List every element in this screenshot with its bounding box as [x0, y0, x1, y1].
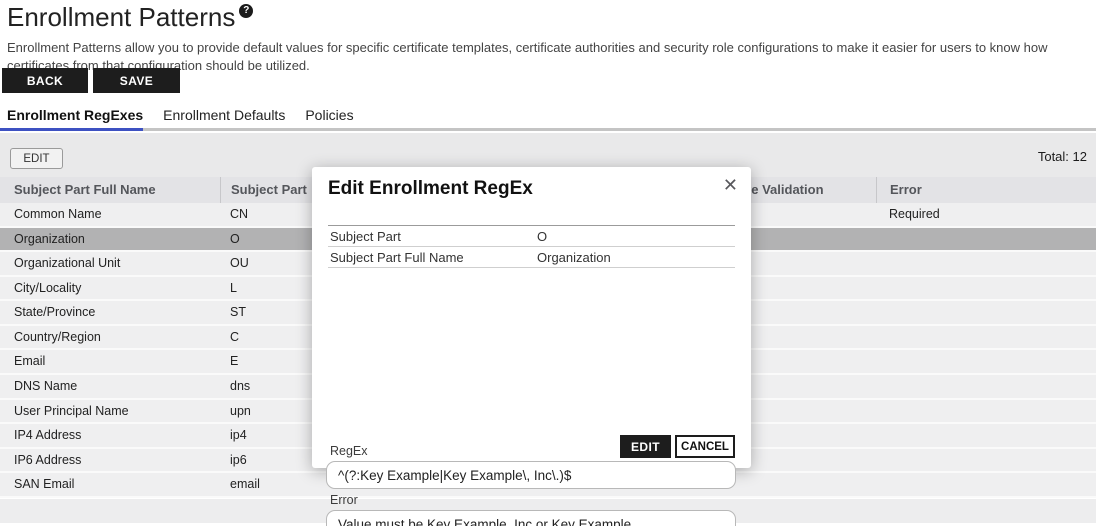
- cell-subject-part-full-name: Organization: [0, 228, 220, 251]
- active-tab-underline: [0, 128, 143, 131]
- close-icon[interactable]: ✕: [723, 175, 738, 196]
- cell-subject-part-full-name: Email: [0, 350, 220, 373]
- page: Enrollment Patterns? Enrollment Patterns…: [0, 0, 1096, 526]
- cell-error: [876, 449, 1096, 472]
- tab-bar: Enrollment RegExes Enrollment Defaults Pol…: [7, 107, 354, 129]
- cell-subject-part-full-name: IP6 Address: [0, 449, 220, 472]
- cell-error: [876, 277, 1096, 300]
- tab[interactable]: Enrollment Defaults: [163, 107, 285, 129]
- cell-error: [876, 326, 1096, 349]
- modal-title: Edit Enrollment RegEx: [328, 178, 533, 200]
- cell-subject-part-full-name: IP4 Address: [0, 424, 220, 447]
- cell-subject-part-full-name: State/Province: [0, 301, 220, 324]
- cell-subject-part-full-name: DNS Name: [0, 375, 220, 398]
- tab-label: Policies: [305, 107, 353, 123]
- cell-subject-part-full-name: SAN Email: [0, 473, 220, 496]
- modal-field-row: Subject Part O: [328, 226, 735, 247]
- tab[interactable]: Enrollment RegExes: [7, 107, 143, 129]
- modal-field-value: O: [537, 229, 547, 244]
- cell-error: [876, 424, 1096, 447]
- back-button[interactable]: BACK: [2, 68, 88, 93]
- cell-error: [876, 473, 1096, 496]
- cell-error: [876, 375, 1096, 398]
- tab-label: Enrollment Defaults: [163, 107, 285, 123]
- modal-field-row: Subject Part Full Name Organization: [328, 247, 735, 268]
- cell-subject-part-full-name: City/Locality: [0, 277, 220, 300]
- column-header: Subject Part Full Name: [0, 177, 220, 203]
- error-label: Error: [330, 493, 358, 507]
- modal-field-list: Subject Part O Subject Part Full Name Or…: [328, 225, 735, 268]
- cell-subject-part-full-name: Common Name: [0, 203, 220, 226]
- cell-error: [876, 350, 1096, 373]
- modal-field-label: Subject Part: [328, 229, 537, 244]
- column-header: Error: [876, 177, 1096, 203]
- cell-subject-part-full-name: Country/Region: [0, 326, 220, 349]
- modal-edit-button[interactable]: EDIT: [620, 435, 671, 458]
- cell-error: [876, 301, 1096, 324]
- tab-label: Enrollment RegExes: [7, 107, 143, 123]
- cell-error: [876, 228, 1096, 251]
- modal-field-value: Organization: [537, 250, 611, 265]
- page-title: Enrollment Patterns?: [7, 2, 253, 33]
- tab-rule: [0, 128, 1096, 131]
- save-button[interactable]: SAVE: [93, 68, 180, 93]
- cell-error: Required: [876, 203, 1096, 226]
- modal-cancel-button[interactable]: CANCEL: [675, 435, 735, 458]
- cell-error: [876, 400, 1096, 423]
- edit-regex-modal: Edit Enrollment RegEx ✕ Subject Part O S…: [312, 167, 751, 468]
- cell-subject-part-full-name: Organizational Unit: [0, 252, 220, 275]
- regex-input[interactable]: [326, 461, 736, 489]
- cell-error: [876, 252, 1096, 275]
- total-count: Total: 12: [1038, 149, 1087, 164]
- page-title-text: Enrollment Patterns: [7, 2, 235, 32]
- regex-label: RegEx: [330, 444, 368, 458]
- tab[interactable]: Policies: [305, 107, 353, 129]
- edit-button[interactable]: EDIT: [10, 148, 63, 169]
- modal-field-label: Subject Part Full Name: [328, 250, 537, 265]
- help-icon[interactable]: ?: [239, 4, 253, 18]
- error-input[interactable]: [326, 510, 736, 526]
- cell-subject-part-full-name: User Principal Name: [0, 400, 220, 423]
